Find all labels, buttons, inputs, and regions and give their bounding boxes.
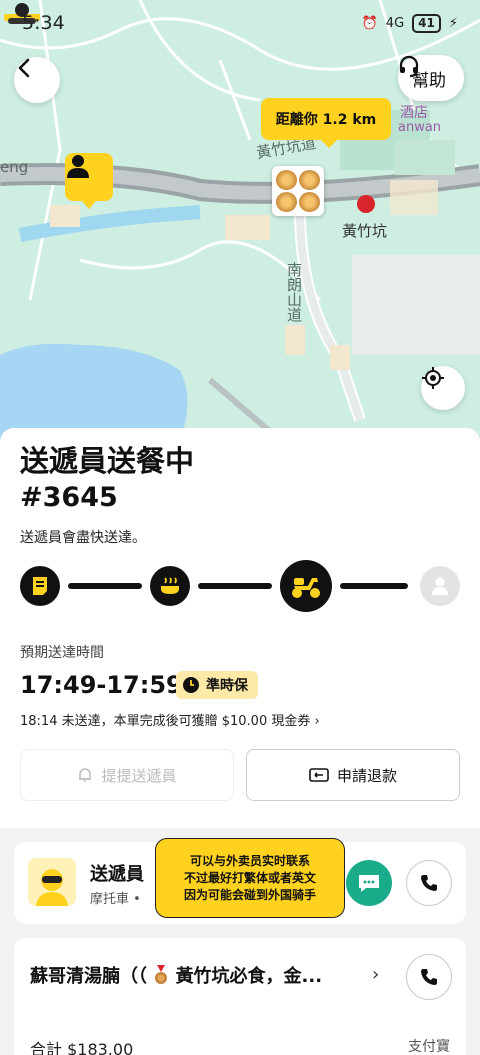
order-status-title: 送遞員送餐中	[20, 444, 195, 478]
status-time: 5:34	[22, 12, 65, 34]
tip-line-2: 不过最好打繁体或者英文	[183, 870, 316, 885]
order-number: #3645	[20, 482, 118, 513]
store-location-pin	[272, 166, 324, 216]
status-bar: 5:34 ⏰ 4G 41 ⚡	[0, 0, 480, 46]
annotation-tip-bubble: 可以与外卖员实时联系 不过最好打繁体或者英文 因为可能会碰到外国骑手	[155, 838, 345, 918]
eta-label: 預期送達時間	[20, 645, 104, 661]
remind-rider-label: 提提送遞員	[101, 766, 177, 785]
help-button[interactable]: 幫助	[398, 55, 464, 101]
on-time-guarantee-badge[interactable]: 準時保	[176, 671, 258, 699]
order-description: 送遞員會盡快送達。	[20, 530, 146, 546]
tip-line-3: 因为可能会碰到外国骑手	[183, 887, 316, 902]
back-arrow-icon	[18, 58, 30, 78]
on-time-label: 準時保	[206, 678, 248, 694]
order-total: 合計 $183.00	[30, 1040, 134, 1055]
delivery-progress	[20, 560, 460, 612]
rider-title: 送遞員	[90, 864, 144, 885]
map-label-hotel: 酒店	[400, 105, 428, 121]
back-button[interactable]	[14, 57, 60, 103]
refund-icon	[309, 768, 329, 782]
alarm-icon: ⏰	[361, 15, 378, 31]
store-card[interactable]: 蘇哥清湯腩（（ 黃竹坑必食，金... › 合計 $183.00 支付寶	[14, 938, 466, 1055]
order-status-sheet: 送遞員送餐中 #3645 送遞員會盡快送達。 預期送達時間 17:49-17:5…	[0, 428, 480, 828]
bell-icon	[79, 768, 92, 782]
step-cooking	[150, 566, 190, 606]
headset-icon	[399, 55, 419, 77]
clock-icon	[183, 677, 199, 693]
signal-label: 4G	[385, 15, 405, 31]
medal-icon	[155, 965, 168, 984]
map-view[interactable]: 黃竹坑道 南朗山道 黃竹坑 酒店 anwan eng 幫助 距離你 1.2 km	[0, 0, 480, 440]
request-refund-label: 申請退款	[336, 766, 397, 785]
payment-method: 支付寶	[408, 1039, 450, 1055]
store-name-suffix: 黃竹坑必食，金...	[175, 966, 323, 987]
order-tracking-screen: 黃竹坑道 南朗山道 黃竹坑 酒店 anwan eng 幫助 距離你 1.2 km	[0, 0, 480, 1055]
step-delivered	[420, 566, 460, 606]
store-name[interactable]: 蘇哥清湯腩（（ 黃竹坑必食，金...	[30, 962, 322, 988]
status-icons: ⏰ 4G 41 ⚡	[361, 13, 458, 33]
rider-vehicle: 摩托車 •	[90, 892, 141, 907]
call-rider-button[interactable]	[406, 860, 452, 906]
map-label-station: 黃竹坑	[342, 222, 388, 240]
eta-time: 17:49-17:59	[20, 671, 183, 699]
request-refund-button[interactable]: 申請退款	[246, 749, 460, 801]
progress-bar-2	[198, 583, 272, 589]
chat-rider-button[interactable]	[346, 860, 392, 906]
tip-line-1: 可以与外卖员实时联系	[189, 853, 310, 868]
rider-avatar	[28, 858, 76, 906]
distance-text: 距離你 1.2 km	[275, 112, 377, 128]
progress-bar-3	[340, 583, 408, 589]
crosshair-icon	[422, 367, 444, 389]
phone-icon	[421, 969, 437, 985]
step-order-placed	[20, 566, 60, 606]
progress-bar-1	[68, 583, 142, 589]
battery-indicator: 41	[412, 13, 441, 33]
distance-bubble: 距離你 1.2 km	[261, 98, 391, 148]
map-label-edge: eng	[0, 158, 29, 176]
locate-button[interactable]	[421, 366, 465, 410]
map-label-hotel-en: anwan	[398, 120, 442, 135]
user-icon	[67, 155, 89, 178]
mtr-station-icon	[357, 195, 375, 213]
cooking-icon	[161, 577, 179, 594]
rider-avatar-icon	[36, 869, 68, 906]
store-name-prefix: 蘇哥清湯腩（（	[30, 966, 147, 987]
charging-icon: ⚡	[448, 15, 458, 31]
user-icon	[432, 577, 448, 595]
call-store-button[interactable]	[406, 954, 452, 1000]
receipt-icon	[33, 577, 47, 595]
map-label-road-side: 南朗山道	[285, 262, 303, 322]
phone-icon	[421, 875, 437, 891]
coupon-note-link[interactable]: 18:14 未送達，本單完成後可獲贈 $10.00 現金券 ›	[20, 710, 320, 729]
user-location-pin	[65, 153, 113, 209]
step-delivering	[280, 560, 332, 612]
remind-rider-button[interactable]: 提提送遞員	[20, 749, 234, 801]
chat-icon	[359, 875, 379, 892]
scooter-icon	[292, 578, 320, 598]
chevron-right-icon: ›	[372, 964, 380, 985]
